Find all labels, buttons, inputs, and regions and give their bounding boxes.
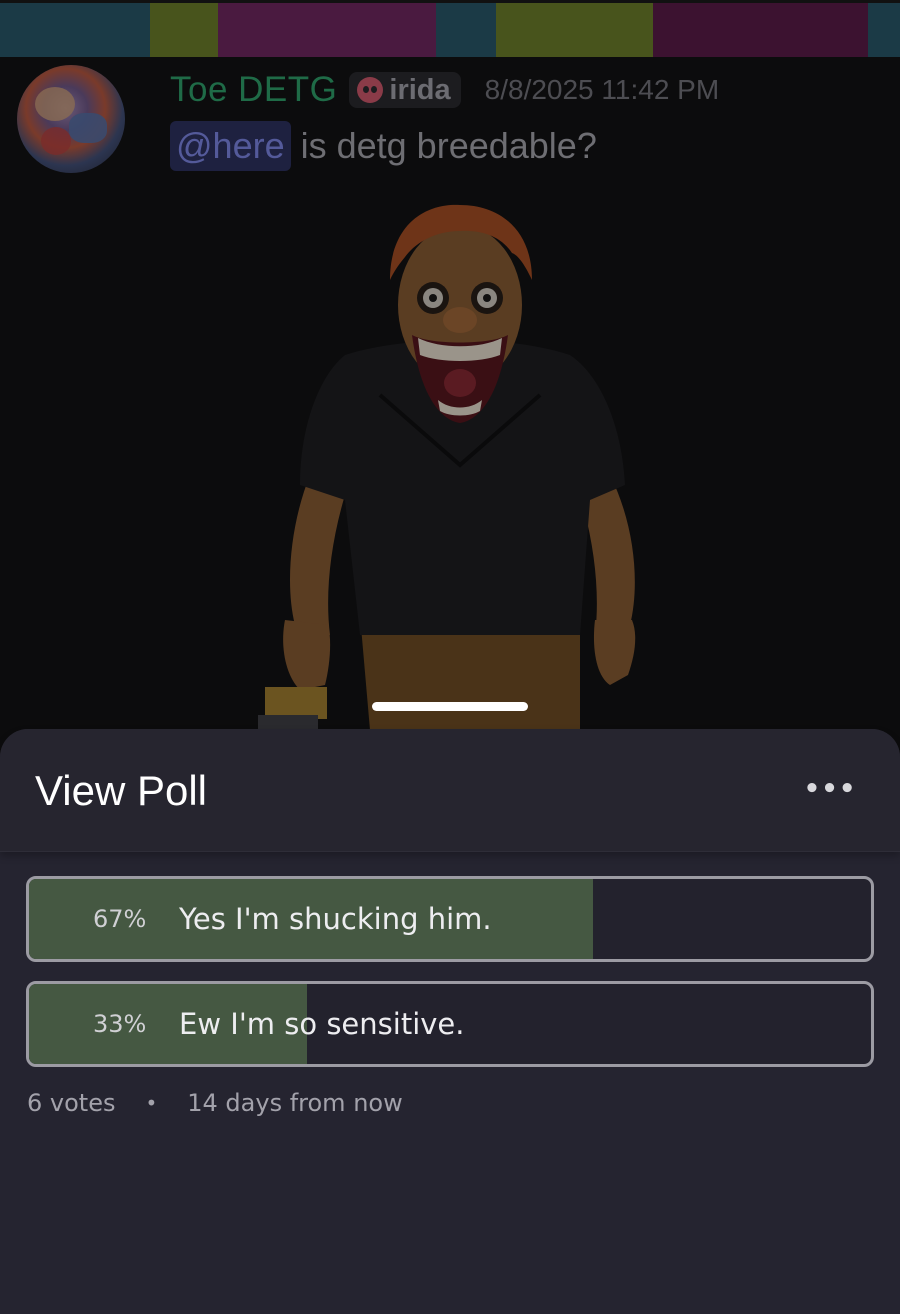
- server-tag-label: irida: [389, 73, 451, 106]
- poll-option-percent: 33%: [93, 1010, 147, 1038]
- poll-bottom-sheet: View Poll ••• 67% Yes I'm shucking him. …: [0, 729, 900, 1314]
- poll-time-remaining: 14 days from now: [187, 1089, 403, 1117]
- banner-segment: [496, 3, 653, 57]
- poll-vote-count: 6 votes: [27, 1089, 116, 1117]
- banner-segment: [150, 3, 218, 57]
- sheet-drag-handle[interactable]: [372, 702, 528, 711]
- message-header: Toe DETG irida 8/8/2025 11:42 PM: [170, 68, 719, 112]
- banner-segment: [868, 3, 900, 57]
- message-body: @here is detg breedable?: [170, 117, 597, 175]
- poll-footer: 6 votes • 14 days from now: [27, 1085, 403, 1121]
- poll-option-label: Yes I'm shucking him.: [179, 902, 492, 936]
- poll-option[interactable]: 67% Yes I'm shucking him.: [26, 876, 874, 962]
- banner-segment: [218, 3, 436, 57]
- here-mention[interactable]: @here: [170, 121, 291, 171]
- poll-option[interactable]: 33% Ew I'm so sensitive.: [26, 981, 874, 1067]
- sheet-title: View Poll: [35, 767, 207, 814]
- separator-dot: •: [145, 1091, 158, 1115]
- channel-banner: [0, 0, 900, 57]
- message-image-attachment[interactable]: [250, 195, 670, 730]
- poll-option-percent: 67%: [93, 905, 147, 933]
- skull-icon: [357, 77, 384, 103]
- banner-segment: [0, 3, 150, 57]
- banner-segment: [653, 3, 868, 57]
- username[interactable]: Toe DETG: [170, 70, 337, 110]
- user-avatar[interactable]: [17, 65, 125, 173]
- ellipsis-icon[interactable]: •••: [804, 769, 856, 809]
- message-timestamp: 8/8/2025 11:42 PM: [484, 74, 720, 105]
- banner-segment: [436, 3, 496, 57]
- message-text: is detg breedable?: [300, 125, 597, 166]
- server-tag[interactable]: irida: [349, 72, 461, 108]
- sheet-header: View Poll •••: [0, 729, 900, 852]
- poll-option-label: Ew I'm so sensitive.: [179, 1007, 465, 1041]
